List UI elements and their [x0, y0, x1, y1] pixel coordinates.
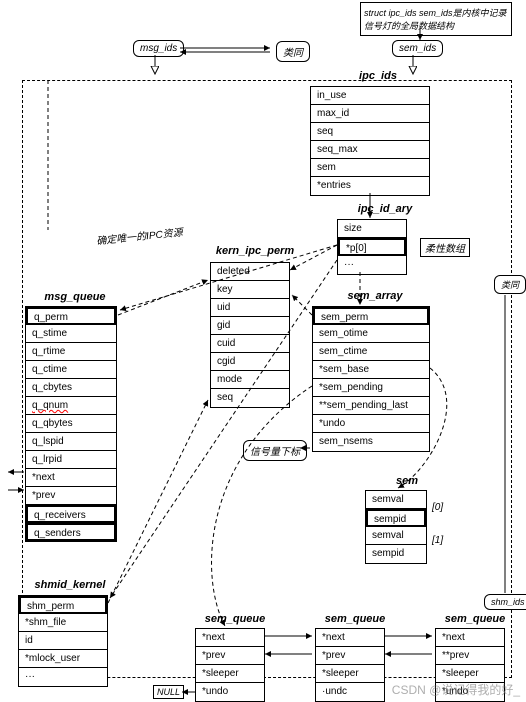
label-null: NULL — [153, 685, 184, 699]
field: q_lspid — [26, 433, 116, 451]
field: q_senders — [26, 523, 116, 541]
field: ·undc — [316, 683, 384, 701]
field: *shm_file — [19, 614, 107, 632]
title-ipc-id-ary: ipc_id_ary — [340, 203, 430, 215]
struct-ipc-ids: in_use max_id seq seq_max sem *entries — [310, 86, 430, 196]
field: *undo — [196, 683, 264, 701]
field: *mlock_user — [19, 650, 107, 668]
field: shm_perm — [19, 596, 107, 614]
field: size — [338, 220, 406, 238]
label-sem-ids: sem_ids — [392, 40, 443, 57]
title-sem-queue-1: sem_queue — [195, 613, 275, 625]
title-ipc-ids: ipc_ids — [333, 70, 423, 82]
label-sem-index: 信号量下标 — [243, 440, 307, 461]
field: *next — [26, 469, 116, 487]
struct-sem-queue-2: *next *prev *sleeper ·undc — [315, 628, 385, 702]
field: *p[0] — [338, 238, 406, 256]
label-msg-ids: msg_ids — [133, 40, 184, 57]
title-sem-queue-3: sem_queue — [435, 613, 515, 625]
field: key — [211, 281, 289, 299]
field: deleted — [211, 263, 289, 281]
field: cuid — [211, 335, 289, 353]
field: **sem_pending_last — [313, 397, 429, 415]
field: cgid — [211, 353, 289, 371]
field: **prev — [436, 647, 504, 665]
struct-shmid-kernel: shm_perm *shm_file id *mlock_user ··· — [18, 595, 108, 687]
field: *next — [316, 629, 384, 647]
field: ··· — [19, 668, 107, 686]
field: q_cbytes — [26, 379, 116, 397]
title-kern-ipc-perm: kern_ipc_perm — [200, 245, 310, 257]
field: sem_nsems — [313, 433, 429, 451]
label-shm-ids: shm_ids — [484, 594, 526, 610]
field: sempid — [366, 545, 426, 563]
field: *sleeper — [196, 665, 264, 683]
field: q_ctime — [26, 361, 116, 379]
field: id — [19, 632, 107, 650]
field: sem — [311, 159, 429, 177]
field: semval — [366, 491, 426, 509]
label-same-2: 类同 — [494, 275, 526, 294]
field: *undo — [313, 415, 429, 433]
field: gid — [211, 317, 289, 335]
label-same-1: 类同 — [276, 41, 310, 62]
field: *prev — [196, 647, 264, 665]
title-msg-queue: msg_queue — [30, 291, 120, 303]
field: sem_ctime — [313, 343, 429, 361]
struct-kern-ipc-perm: deleted key uid gid cuid cgid mode seq — [210, 262, 290, 408]
watermark: CSDN @说记得我的好_ — [392, 681, 520, 698]
idx-1: [1] — [432, 535, 443, 546]
field: q_lrpid — [26, 451, 116, 469]
field: *prev — [26, 487, 116, 505]
idx-0: [0] — [432, 502, 443, 513]
field: max_id — [311, 105, 429, 123]
field: *sleeper — [316, 665, 384, 683]
field: sem_otime — [313, 325, 429, 343]
title-sem: sem — [382, 475, 432, 487]
field: q_qbytes — [26, 415, 116, 433]
field: seq — [311, 123, 429, 141]
field: q_perm — [26, 307, 116, 325]
field: q_receivers — [26, 505, 116, 523]
field: *next — [436, 629, 504, 647]
struct-sem-array: sem_perm sem_otime sem_ctime *sem_base *… — [312, 306, 430, 452]
field: seq — [211, 389, 289, 407]
field: *next — [196, 629, 264, 647]
field: q_rtime — [26, 343, 116, 361]
field: *sem_base — [313, 361, 429, 379]
struct-msg-queue: q_perm q_stime q_rtime q_ctime q_cbytes … — [25, 306, 117, 542]
title-sem-array: sem_array — [330, 290, 420, 302]
field: in_use — [311, 87, 429, 105]
title-sem-queue-2: sem_queue — [315, 613, 395, 625]
field: *sem_pending — [313, 379, 429, 397]
field: sem_perm — [313, 307, 429, 325]
field: *entries — [311, 177, 429, 195]
field: semval — [366, 527, 426, 545]
annot-flex-array: 柔性数组 — [420, 238, 470, 257]
field-text: q_qnum — [32, 400, 68, 411]
field: uid — [211, 299, 289, 317]
title-shmid-kernel: shmid_kernel — [20, 579, 120, 591]
field: ··· — [338, 256, 406, 274]
struct-sem-queue-1: *next *prev *sleeper *undo — [195, 628, 265, 702]
field: mode — [211, 371, 289, 389]
field: seq_max — [311, 141, 429, 159]
note-struct-sem-ids: struct ipc_ids sem_ids是内核中记录信号灯的全局数据结构 — [360, 2, 512, 36]
note-text: struct ipc_ids sem_ids是内核中记录信号灯的全局数据结构 — [364, 6, 508, 32]
field: sempid — [366, 509, 426, 527]
struct-sem: semval sempid semval sempid — [365, 490, 427, 564]
field: *prev — [316, 647, 384, 665]
field: q_stime — [26, 325, 116, 343]
struct-ipc-id-ary: size *p[0] ··· — [337, 219, 407, 275]
field: q_qnum — [26, 397, 116, 415]
